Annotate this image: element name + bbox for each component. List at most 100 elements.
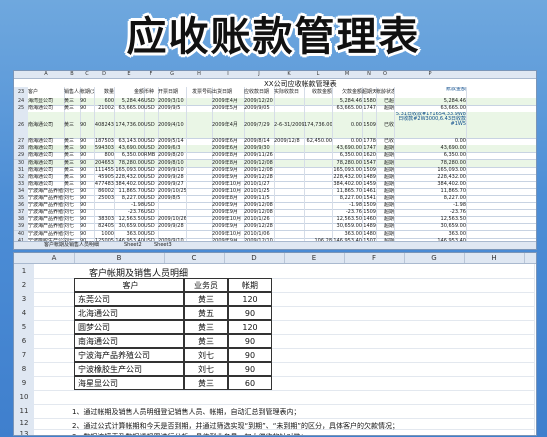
table-cell[interactable]: 165,093.00 bbox=[394, 166, 467, 174]
table-cell[interactable]: 90 bbox=[228, 362, 272, 376]
table-cell[interactable]: 228,432.00 bbox=[394, 173, 467, 181]
table-cell[interactable]: USD bbox=[144, 166, 159, 174]
table-cell[interactable]: USD bbox=[144, 180, 159, 188]
table-cell[interactable] bbox=[304, 230, 333, 238]
table-cell[interactable]: 43,690.00 bbox=[332, 145, 363, 153]
table-cell[interactable]: 2009/6/3 bbox=[158, 145, 187, 153]
table-cell[interactable]: 21002 bbox=[94, 105, 115, 113]
table-cell[interactable] bbox=[274, 223, 305, 231]
table-cell[interactable] bbox=[304, 202, 333, 210]
table-cell[interactable]: RMB bbox=[144, 152, 159, 160]
table-cell[interactable]: 1480 bbox=[362, 230, 377, 238]
table-cell[interactable]: 45905 bbox=[94, 173, 115, 181]
column-header-p[interactable]: P bbox=[394, 71, 466, 78]
table-cell[interactable]: 174,736.00 bbox=[114, 112, 145, 139]
table-cell[interactable]: 363.00 bbox=[332, 230, 363, 238]
table-cell[interactable]: 2009/12/08 bbox=[244, 202, 275, 210]
table-cell[interactable]: 2009/8/14 bbox=[244, 138, 275, 146]
column-header-l[interactable]: L bbox=[304, 71, 332, 78]
sheet-tab[interactable]: Sheet2 bbox=[124, 242, 142, 249]
table-cell[interactable]: 30,659.00 bbox=[332, 223, 363, 231]
table-cell[interactable]: 30,659.00 bbox=[394, 223, 467, 231]
column-header-f[interactable]: F bbox=[344, 253, 405, 263]
table-cell[interactable]: 174,736.00 bbox=[304, 112, 333, 139]
table-cell[interactable]: 90 bbox=[80, 138, 95, 146]
table-cell[interactable]: USD bbox=[144, 98, 159, 106]
table-cell[interactable]: 2009/12/08 bbox=[244, 166, 275, 174]
table-cell[interactable]: 1778 bbox=[362, 138, 377, 146]
table-cell[interactable]: 宁波橡胶生产公司 bbox=[74, 362, 184, 376]
table-cell[interactable]: 1000 bbox=[94, 230, 115, 238]
table-header[interactable]: 帐期 bbox=[228, 278, 272, 292]
table-header[interactable]: 业务员 bbox=[184, 278, 228, 292]
table-cell[interactable]: 2009年5月 bbox=[212, 105, 245, 113]
table-cell[interactable]: 11,865.70 bbox=[332, 187, 363, 195]
table-cell[interactable]: 1489 bbox=[362, 173, 377, 181]
table-cell[interactable]: 86002 bbox=[94, 187, 115, 195]
table-cell[interactable]: 90 bbox=[80, 166, 95, 174]
table-cell[interactable] bbox=[186, 166, 213, 174]
table-cell[interactable]: 欠款金额 bbox=[332, 87, 363, 98]
table-cell[interactable]: 南海通公司 bbox=[28, 112, 65, 139]
table-cell[interactable]: 黄三 bbox=[64, 152, 81, 160]
table-cell[interactable]: -23.76 bbox=[394, 209, 467, 217]
table-cell[interactable]: 已收 bbox=[376, 112, 395, 139]
table-cell[interactable]: 出货日期 bbox=[212, 87, 245, 98]
table-cell[interactable] bbox=[274, 195, 305, 203]
table-cell[interactable] bbox=[186, 112, 213, 139]
table-cell[interactable]: 2009年9月 bbox=[212, 173, 245, 181]
table-cell[interactable]: 宁波海产品养殖公司 bbox=[28, 223, 65, 231]
table-cell[interactable]: 60 bbox=[228, 376, 272, 390]
table-cell[interactable] bbox=[186, 173, 213, 181]
table-cell[interactable]: 宁波海产品养殖公司 bbox=[28, 209, 65, 217]
table-cell[interactable]: 刘七 bbox=[64, 202, 81, 210]
table-cell[interactable]: USD bbox=[144, 159, 159, 167]
sheet-tab[interactable]: Sheet3 bbox=[154, 242, 172, 249]
table-cell[interactable]: 5,284.46 bbox=[114, 98, 145, 106]
table-cell[interactable]: 63,143.00 bbox=[114, 138, 145, 146]
column-header-h[interactable]: H bbox=[464, 253, 525, 263]
table-cell[interactable]: 90 bbox=[80, 105, 95, 113]
table-cell[interactable]: 开票日期 bbox=[158, 87, 187, 98]
table-cell[interactable]: 90 bbox=[80, 98, 95, 106]
table-cell[interactable]: 销售人员 bbox=[64, 87, 81, 98]
table-cell[interactable]: 刘七 bbox=[64, 187, 81, 195]
table-cell[interactable]: 黄三 bbox=[64, 112, 81, 139]
column-header-n[interactable]: N bbox=[362, 71, 376, 78]
table-cell[interactable]: 5,284.46 bbox=[332, 98, 363, 106]
table-cell[interactable] bbox=[186, 209, 213, 217]
table-cell[interactable]: 384,402.00 bbox=[394, 180, 467, 188]
table-cell[interactable]: 黄三 bbox=[184, 292, 228, 306]
table-cell[interactable]: 2009/5/14 bbox=[158, 138, 187, 146]
table-cell[interactable] bbox=[304, 209, 333, 217]
table-cell[interactable]: 北海通公司 bbox=[74, 306, 184, 320]
table-cell[interactable]: 刘七 bbox=[184, 348, 228, 362]
table-cell[interactable]: 1747 bbox=[362, 145, 377, 153]
table-cell[interactable]: 刘七 bbox=[184, 362, 228, 376]
table-cell[interactable]: 2009年9月 bbox=[212, 202, 245, 210]
table-cell[interactable]: 刘七 bbox=[64, 223, 81, 231]
table-cell[interactable]: 宁波海产品养殖公司 bbox=[28, 202, 65, 210]
table-cell[interactable]: 384,402.00 bbox=[114, 180, 145, 188]
table-cell[interactable]: 超期 bbox=[376, 216, 395, 224]
table-cell[interactable]: 2009/11/5 bbox=[244, 195, 275, 203]
table-cell[interactable]: 2009年9月 bbox=[212, 166, 245, 174]
table-cell[interactable]: 384,402.00 bbox=[332, 180, 363, 188]
table-cell[interactable]: 43,690.00 bbox=[114, 145, 145, 153]
table-cell[interactable]: 0.00 bbox=[332, 112, 363, 139]
table-cell[interactable]: USD bbox=[144, 138, 159, 146]
table-cell[interactable]: 超期 bbox=[376, 187, 395, 195]
table-cell[interactable] bbox=[274, 173, 305, 181]
table-cell[interactable]: USD bbox=[144, 187, 159, 195]
table-cell[interactable]: 90 bbox=[80, 230, 95, 238]
column-header-f[interactable]: F bbox=[144, 71, 158, 78]
table-cell[interactable]: 12,563.50 bbox=[332, 216, 363, 224]
table-cell[interactable] bbox=[304, 173, 333, 181]
table-cell[interactable]: 2009/3/10 bbox=[158, 98, 187, 106]
table-cell[interactable]: 超期 bbox=[376, 195, 395, 203]
table-cell[interactable]: 宁波海产品养殖公司 bbox=[28, 216, 65, 224]
table-cell[interactable]: 2009年10月 bbox=[212, 230, 245, 238]
table-cell[interactable]: 165,093.00 bbox=[332, 166, 363, 174]
table-cell[interactable]: 1509 bbox=[362, 209, 377, 217]
table-cell[interactable]: 圆梦公司 bbox=[74, 320, 184, 334]
